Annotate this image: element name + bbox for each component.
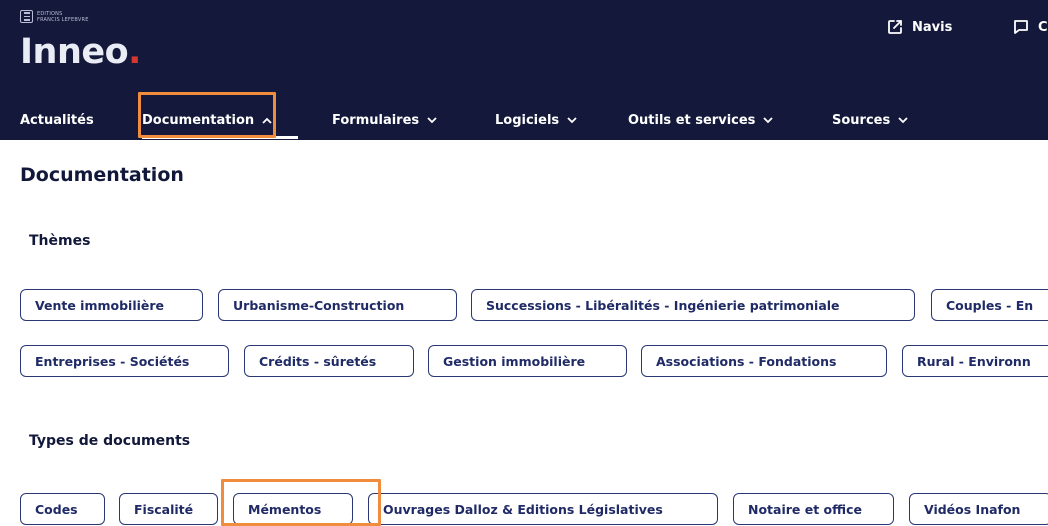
external-link-icon — [888, 20, 902, 34]
document-type-chip[interactable]: Ouvrages Dalloz & Editions Législatives — [368, 493, 718, 525]
theme-chip[interactable]: Vente immobilière — [20, 289, 203, 321]
document-types-heading: Types de documents — [29, 433, 191, 449]
chip-label: Gestion immobilière — [443, 353, 586, 369]
theme-chip[interactable]: Successions - Libéralités - Ingénierie p… — [471, 289, 915, 321]
nav-item-label: Logiciels — [495, 112, 560, 128]
chevron-down-icon — [567, 116, 577, 124]
theme-chip[interactable]: Couples - En — [931, 289, 1048, 321]
chip-label: Fiscalité — [134, 501, 194, 517]
chip-label: Vente immobilière — [35, 297, 165, 313]
theme-chip[interactable]: Crédits - sûretés — [244, 345, 414, 377]
chip-label: Rural - Environn — [917, 353, 1031, 369]
theme-chip[interactable]: Entreprises - Sociétés — [20, 345, 229, 377]
chip-label: Ouvrages Dalloz & Editions Législatives — [383, 501, 663, 517]
nav-item-label: Documentation — [142, 112, 255, 128]
logo-dot: . — [128, 32, 141, 72]
chevron-down-icon — [763, 116, 774, 124]
chip-label: Vidéos Inafon — [924, 501, 1021, 517]
nav-item-label: Actualités — [20, 112, 94, 128]
document-type-chip[interactable]: Notaire et office — [733, 493, 894, 525]
nav-item-formulaires[interactable]: Formulaires — [332, 100, 437, 140]
nav-item-logiciels[interactable]: Logiciels — [495, 100, 577, 140]
comment-link[interactable]: C — [1012, 18, 1048, 36]
chevron-up-icon — [262, 117, 272, 124]
nav-item-actualites[interactable]: Actualités — [20, 100, 94, 140]
logo-main-text: Inneo — [20, 32, 129, 72]
chip-label: Successions - Libéralités - Ingénierie p… — [486, 297, 840, 313]
nav-item-label: Outils et services — [628, 112, 756, 128]
nav-active-indicator — [142, 136, 298, 139]
publisher-logo-icon — [20, 10, 33, 23]
publisher-name: EDITIONS FRANCIS LEFEBVRE — [37, 11, 89, 23]
document-type-chip[interactable]: Mémentos — [233, 493, 353, 525]
document-type-chip[interactable]: Fiscalité — [119, 493, 218, 525]
theme-chip[interactable]: Rural - Environn — [902, 345, 1048, 377]
main-nav: Actualités Documentation Formulaires Log… — [0, 100, 1048, 140]
themes-heading: Thèmes — [29, 233, 91, 249]
chevron-down-icon — [898, 116, 908, 124]
nav-item-sources[interactable]: Sources — [832, 100, 908, 140]
inneo-logo[interactable]: Inneo. — [20, 32, 141, 72]
navis-label: Navis — [912, 19, 953, 35]
chip-label: Crédits - sûretés — [259, 353, 377, 369]
chip-label: Mémentos — [248, 501, 322, 517]
nav-item-label: Formulaires — [332, 112, 420, 128]
chip-label: Entreprises - Sociétés — [35, 353, 190, 369]
top-header: EDITIONS FRANCIS LEFEBVRE Inneo. Navis C… — [0, 0, 1048, 140]
chip-label: Codes — [35, 501, 78, 517]
nav-item-label: Sources — [832, 112, 891, 128]
publisher-mark: EDITIONS FRANCIS LEFEBVRE — [20, 10, 89, 23]
page-title: Documentation — [20, 164, 184, 186]
publisher-line-2: FRANCIS LEFEBVRE — [37, 16, 89, 23]
comment-icon — [1014, 20, 1028, 34]
nav-item-outils-et-services[interactable]: Outils et services — [628, 100, 774, 140]
brand[interactable]: EDITIONS FRANCIS LEFEBVRE — [20, 10, 89, 23]
chip-label: Associations - Fondations — [656, 353, 837, 369]
document-type-chip[interactable]: Codes — [20, 493, 105, 525]
theme-chip[interactable]: Urbanisme-Construction — [218, 289, 457, 321]
theme-chip[interactable]: Gestion immobilière — [428, 345, 627, 377]
chevron-down-icon — [427, 116, 437, 124]
chip-label: Notaire et office — [748, 501, 862, 517]
comment-label: C — [1038, 19, 1048, 35]
nav-item-documentation[interactable]: Documentation — [142, 100, 272, 140]
chip-label: Urbanisme-Construction — [233, 297, 405, 313]
document-type-chip[interactable]: Vidéos Inafon — [909, 493, 1048, 525]
chip-label: Couples - En — [946, 297, 1034, 313]
navis-link[interactable]: Navis — [886, 18, 952, 36]
theme-chip[interactable]: Associations - Fondations — [641, 345, 887, 377]
